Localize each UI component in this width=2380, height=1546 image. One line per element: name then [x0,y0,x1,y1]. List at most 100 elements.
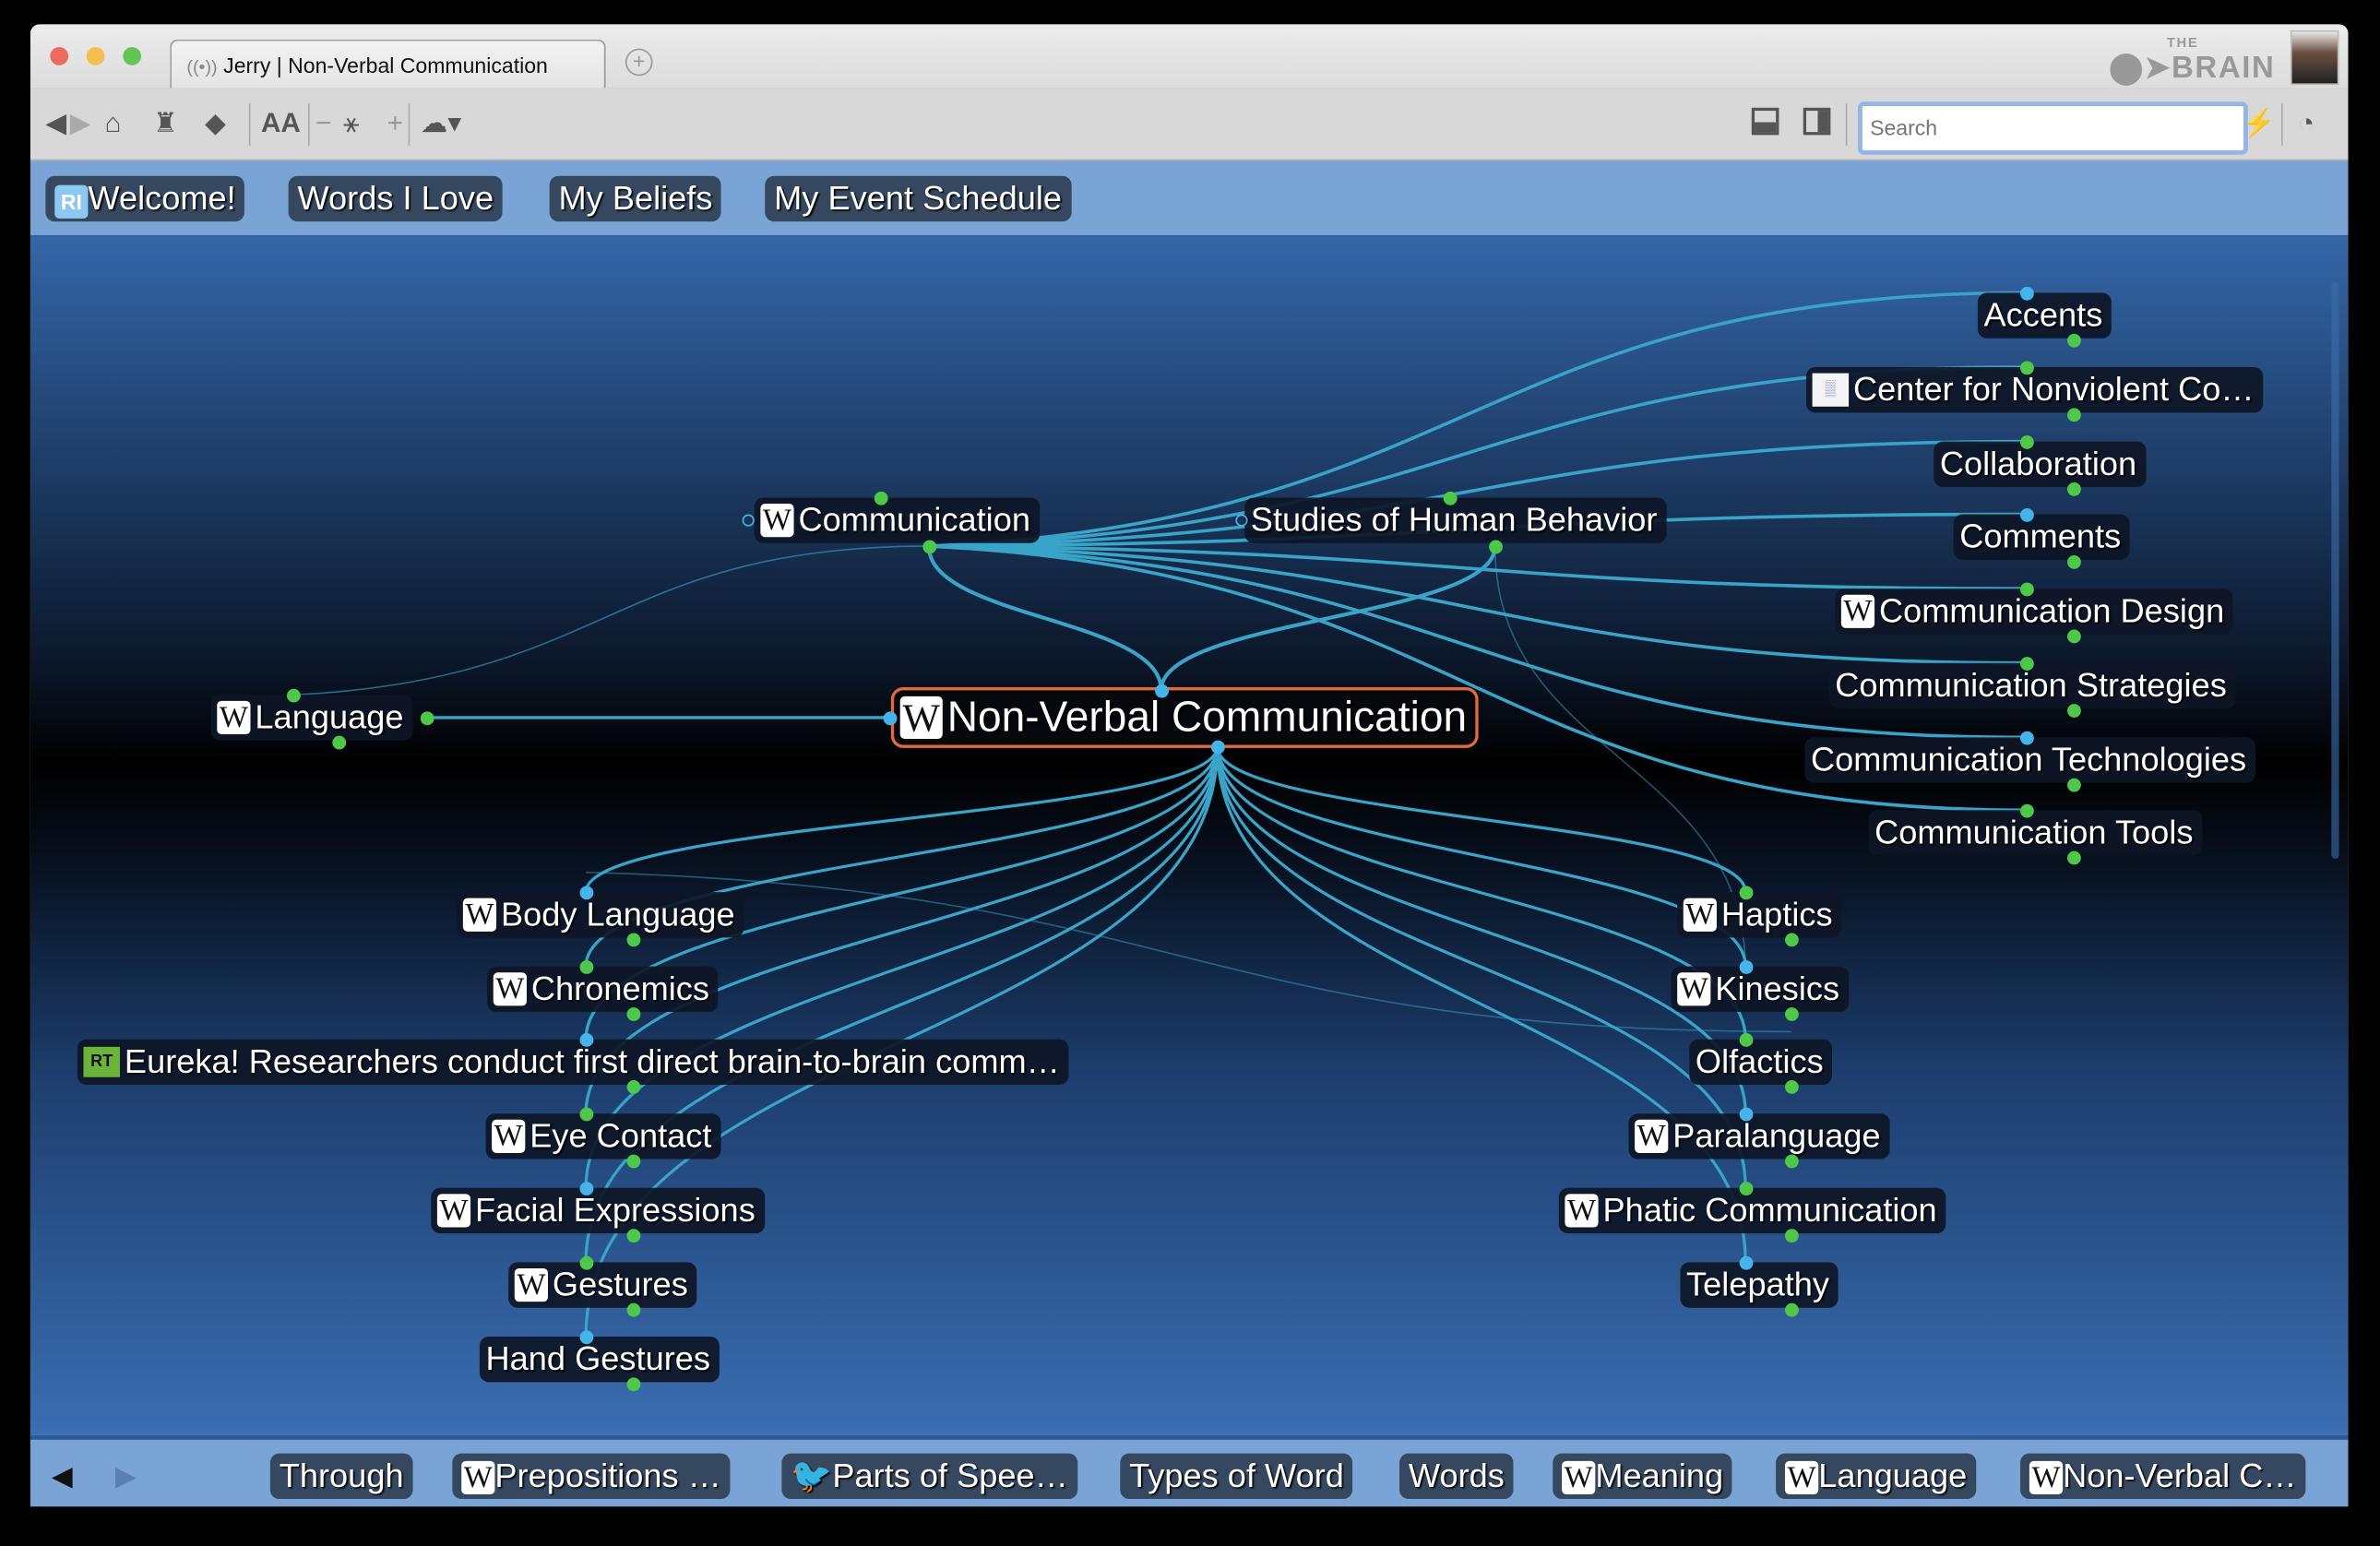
parent-gate[interactable] [578,1181,593,1195]
parent-gate[interactable] [2019,656,2034,671]
parent-gate[interactable] [578,959,593,974]
child-thought[interactable]: W Phatic Communication [1558,1187,1946,1234]
parent-gate[interactable] [1738,885,1753,899]
parent-gate[interactable] [1442,491,1457,505]
zoom-window-button[interactable] [123,46,142,65]
cloud-sync-icon[interactable]: ☁▾ [421,106,462,139]
zoom-in-button[interactable]: + [387,106,403,139]
parent-gate[interactable] [2019,581,2034,596]
child-gate[interactable] [922,539,936,553]
history-item[interactable]: W Language [1776,1453,1977,1499]
link-line[interactable] [1215,746,1747,893]
child-gate[interactable] [625,1006,640,1021]
sibling-thought[interactable]: W Communication Design [1835,589,2234,635]
child-thought[interactable]: W Haptics [1677,892,1842,938]
clock-icon[interactable]: ◔ [2298,106,2315,139]
parent-gate[interactable] [578,885,593,899]
pin-item[interactable]: My Event Schedule [765,175,1071,222]
history-item[interactable]: W Meaning [1553,1453,1733,1499]
child-gate[interactable] [331,734,346,749]
side-pane-toggle[interactable] [1803,107,1831,136]
forward-icon[interactable]: ▶ [70,106,91,139]
child-gate[interactable] [625,1228,640,1243]
bottom-pane-toggle[interactable] [1751,107,1779,136]
lightning-icon[interactable]: ⚡ [2242,106,2276,139]
history-back-button[interactable]: ◀ [52,1461,73,1493]
child-gate[interactable] [2066,703,2081,718]
child-gate[interactable] [2066,850,2081,864]
child-thought[interactable]: W Paralanguage [1628,1113,1890,1160]
user-avatar[interactable] [2290,30,2339,86]
link-line[interactable] [292,545,929,696]
home-icon[interactable]: ⌂ [105,106,122,139]
child-gate[interactable] [1784,1006,1798,1021]
child-thought[interactable]: W Kinesics [1671,966,1849,1013]
child-gate[interactable] [2066,407,2081,422]
history-item[interactable]: W Non-Verbal C… [2020,1453,2306,1499]
pin-item[interactable]: RI Welcome! [45,175,245,222]
history-item[interactable]: W Prepositions … [452,1453,731,1499]
child-gate[interactable] [625,932,640,946]
parent-gate[interactable] [2019,434,2034,449]
child-gate[interactable] [2066,333,2081,347]
pin-item[interactable]: My Beliefs [549,175,722,222]
parent-gate[interactable] [286,687,300,702]
link-line[interactable] [586,871,1791,1033]
parent-gate[interactable] [1738,1106,1753,1121]
jump-gate[interactable] [1234,513,1247,526]
child-gate[interactable] [1784,1079,1798,1094]
parent-gate[interactable] [578,1255,593,1269]
parent-gate[interactable] [1738,1181,1753,1195]
history-item[interactable]: Types of Word [1120,1453,1353,1499]
sibling-thought[interactable]: Comments [1953,514,2131,560]
sibling-thought[interactable]: ▒ Center for Nonviolent Co… [1806,367,2264,413]
sibling-thought[interactable]: Collaboration [1934,441,2147,487]
minimize-window-button[interactable] [86,46,105,65]
child-gate[interactable] [1784,1153,1798,1168]
parent-gate[interactable] [2019,730,2034,744]
child-gate[interactable] [2066,628,2081,643]
parent-gate[interactable] [2019,507,2034,521]
link-line[interactable] [584,745,1220,893]
child-thought[interactable]: Olfactics [1689,1039,1833,1085]
child-gate[interactable] [625,1302,640,1316]
history-item[interactable]: Words [1399,1453,1514,1499]
child-thought[interactable]: W Facial Expressions [431,1187,765,1234]
child-gate[interactable] [1784,1228,1798,1243]
sibling-thought[interactable]: Communication Strategies [1828,662,2236,709]
search-input[interactable] [1857,101,2248,155]
child-thought[interactable]: Telepathy [1680,1262,1839,1308]
child-thought[interactable]: RT Eureka! Researchers conduct first dire… [77,1039,1069,1085]
child-gate[interactable] [1784,932,1798,946]
close-window-button[interactable] [50,46,69,65]
scrollbar[interactable] [2331,281,2339,859]
child-thought[interactable]: Hand Gestures [479,1336,720,1383]
jump-gate[interactable] [741,513,754,526]
link-line[interactable] [1215,746,1747,967]
tag-icon[interactable]: ◆ [205,106,226,139]
parent-gate[interactable] [873,491,887,505]
back-icon[interactable]: ◀ [45,106,66,139]
parent-gate[interactable] [578,1329,593,1344]
child-gate[interactable] [625,1376,640,1391]
jump-gate[interactable] [882,710,897,725]
history-item[interactable]: 🐦Parts of Spee… [781,1453,1077,1499]
child-gate[interactable] [2066,554,2081,568]
parent-gate[interactable] [1738,1032,1753,1047]
sibling-thought[interactable]: Accents [1977,292,2112,339]
active-thought[interactable]: W Non-Verbal Communication [890,687,1480,748]
child-gate[interactable] [625,1079,640,1094]
jump-thought[interactable]: W Language [210,695,413,741]
child-thought[interactable]: W Gestures [508,1262,697,1308]
child-gate[interactable] [1488,539,1503,553]
layout-icon[interactable]: ⚹ [343,106,360,139]
child-gate[interactable] [1210,739,1225,754]
sibling-thought[interactable]: Communication Tools [1868,810,2203,856]
font-size-button[interactable]: AA [261,106,301,139]
parent-gate[interactable] [1154,683,1169,697]
broadcast-tower-icon[interactable]: ♜ [153,106,178,139]
parent-gate[interactable] [578,1106,593,1121]
parent-gate[interactable] [578,1032,593,1047]
new-tab-button[interactable]: + [625,48,653,77]
jump-gate[interactable] [419,710,434,725]
